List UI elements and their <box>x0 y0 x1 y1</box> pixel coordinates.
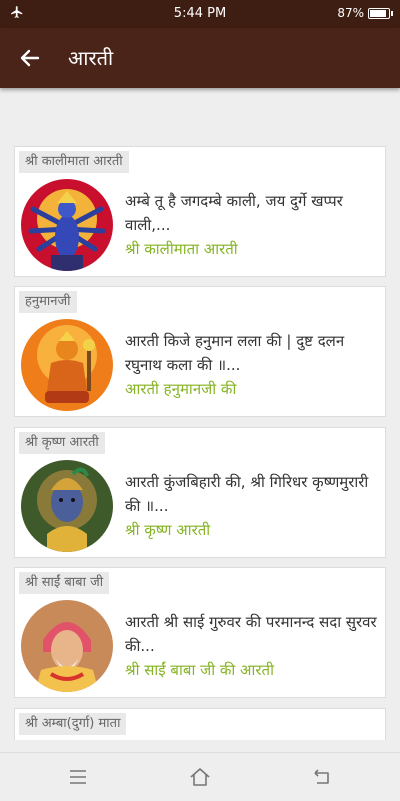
aarti-list[interactable]: श्री कालीमाता आरती अम्बे तू है जगदम्बे क… <box>0 88 400 740</box>
goddess-kali-icon <box>21 179 113 271</box>
aarti-link[interactable]: श्री कालीमाता आरती <box>125 239 379 259</box>
aarti-link[interactable]: श्री साईं बाबा जी की आरती <box>125 660 379 680</box>
category-tag: श्री कालीमाता आरती <box>19 151 129 173</box>
page-title: आरती <box>68 46 114 70</box>
aarti-preview: आरती किजे हनुमान लला की | दुष्ट दलन रघुन… <box>125 332 345 374</box>
system-nav-bar <box>0 752 400 801</box>
aarti-preview: अम्बे तू है जगदम्बे काली, जय दुर्गे खप्प… <box>125 192 343 234</box>
category-tag: श्री साईं बाबा जी <box>19 572 110 594</box>
category-tag: हनुमानजी <box>19 291 77 313</box>
list-item[interactable]: श्री कृष्ण आरती आरती कुंजबिहारी की, श्री… <box>14 427 386 558</box>
battery-icon <box>368 8 393 19</box>
back-icon[interactable] <box>310 765 334 789</box>
aarti-link[interactable]: आरती हनुमानजी की <box>125 379 379 399</box>
lord-hanuman-icon <box>21 319 113 411</box>
category-tag: श्री कृष्ण आरती <box>19 432 105 454</box>
list-item[interactable]: हनुमानजी आरती किजे हनुमान लला की | दुष्ट… <box>14 286 386 417</box>
category-tag: श्री अम्बा(दुर्गा) माता <box>19 713 127 735</box>
status-bar: 5:44 PM 87% <box>0 0 400 28</box>
battery-percent: 87% <box>337 6 364 20</box>
aarti-link[interactable]: श्री कृष्ण आरती <box>125 520 379 540</box>
aarti-preview: आरती श्री साई गुरुवर की परमानन्द सदा सुर… <box>125 613 377 655</box>
menu-icon[interactable] <box>66 765 90 789</box>
aarti-preview: आरती कुंजबिहारी की, श्री गिरिधर कृष्णमुर… <box>125 473 369 515</box>
list-item[interactable]: श्री साईं बाबा जी आरती श्री साई गुरुवर क… <box>14 567 386 698</box>
list-item[interactable]: श्री कालीमाता आरती अम्बे तू है जगदम्बे क… <box>14 146 386 277</box>
arrow-left-icon[interactable] <box>18 46 42 70</box>
sai-baba-icon <box>21 600 113 692</box>
lord-krishna-icon <box>21 460 113 552</box>
home-icon[interactable] <box>188 765 212 789</box>
list-item[interactable]: श्री अम्बा(दुर्गा) माता <box>14 708 386 740</box>
app-bar: आरती <box>0 28 400 88</box>
